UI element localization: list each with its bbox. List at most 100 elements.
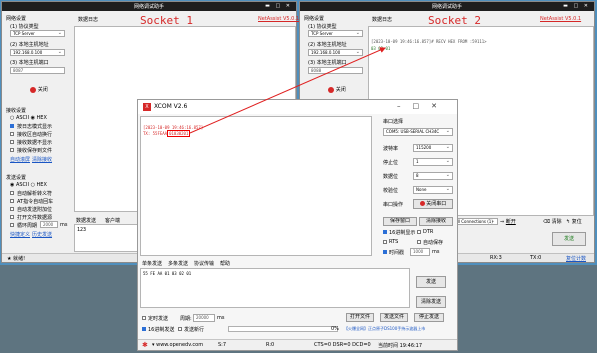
socket2-tx-count: TX:0 — [530, 255, 542, 261]
xcom-clear-recv-button[interactable]: 清除接收 — [419, 217, 453, 226]
xcom-period-input[interactable]: 20000 — [193, 314, 215, 322]
xcom-newline-check[interactable] — [178, 327, 182, 331]
xcom-url[interactable]: ▾ www.openedv.com — [152, 342, 203, 348]
socket1-close-button[interactable]: 关闭 — [24, 86, 54, 96]
gear-icon[interactable]: ✱ — [142, 341, 148, 349]
xcom-open-file-button[interactable]: 打开文件 — [346, 313, 374, 322]
xcom-save-window-button[interactable]: 保存窗口 — [383, 217, 417, 226]
xcom-stop-send-button[interactable]: 停止发送 — [414, 313, 444, 322]
socket2-client-select[interactable]: All Connections (1) — [452, 218, 498, 225]
loop-period-label: 循环周期 — [17, 223, 38, 229]
socket1-titlebar: 网络调试助手 ▬ □ ✕ — [2, 2, 296, 11]
auto-scroll-link[interactable]: 自动滚屏 — [10, 156, 30, 163]
xcom-window-controls[interactable]: –□✕ — [397, 102, 449, 110]
xcom-send-text: 55 FE AA 01 03 02 01 — [143, 271, 192, 276]
xcom-hex-display-check[interactable] — [383, 230, 387, 234]
recv-save-file-check[interactable] — [10, 148, 14, 152]
socket2-port-input[interactable]: 8088 — [308, 67, 363, 74]
xcom-auto-save-check[interactable] — [417, 240, 421, 244]
recv-auto-newline-check[interactable] — [10, 132, 14, 136]
socket2-reset-button[interactable]: ↰ 复位 — [566, 218, 582, 225]
history-send-link[interactable]: 历史发送 — [32, 231, 52, 238]
loop-ms-unit: ms — [60, 222, 68, 228]
xcom-statusbar: ✱ ▾ www.openedv.com S:7 R:0 CTS=0 DSR=0 … — [138, 339, 457, 350]
protocol-label: (1) 协议类型 — [10, 24, 39, 30]
xcom-tab-help[interactable]: 帮助 — [220, 260, 230, 267]
socket2-window-controls[interactable]: ▬ □ ✕ — [563, 3, 590, 9]
xcom-rts-check[interactable] — [383, 240, 387, 244]
xcom-hex-send-check[interactable] — [142, 327, 146, 331]
recv-auto-newline-label: 接收区自动换行 — [17, 132, 53, 138]
auto-escape-label: 自动解析转义符 — [17, 191, 53, 197]
xcom-send-button[interactable]: 发送 — [416, 276, 446, 288]
xcom-baud-label: 波特率 — [383, 146, 399, 152]
socket1-data-send-tab[interactable]: 数据发送 — [76, 217, 96, 224]
recv-hide-label: 接收数据不显示 — [17, 140, 53, 146]
send-ascii-radio[interactable]: ◉ ASCII ○ HEX — [10, 182, 47, 188]
host-select[interactable]: 192.168.0.100 — [10, 49, 65, 56]
socket1-client-tab[interactable]: 客户端 — [105, 217, 120, 224]
xcom-ts-input[interactable]: 1000 — [410, 248, 430, 256]
host-label: (2) 本地主机地址 — [10, 42, 49, 48]
xcom-dtr-check[interactable] — [417, 230, 421, 234]
socket1-send-area[interactable]: 123 — [74, 224, 138, 252]
socket2-send-button[interactable]: 发送 — [552, 232, 586, 246]
xcom-period-unit: ms — [217, 315, 225, 321]
loop-period-check[interactable] — [10, 223, 14, 227]
at-cmd-label: AT指令自动回车 — [17, 199, 54, 205]
socket2-port-label: (3) 本地主机端口 — [308, 60, 347, 66]
xcom-tab-single[interactable]: 单条发送 — [142, 260, 162, 267]
xcom-send-input[interactable]: 55 FE AA 01 03 02 01 — [140, 268, 410, 308]
port-input[interactable]: 8087 — [10, 67, 65, 74]
xcom-timed-send-check[interactable] — [142, 316, 146, 320]
socket2-disconnect-button[interactable]: ⇒ 断开 — [500, 218, 516, 225]
recv-log-mode-label: 按日志模式显示 — [17, 124, 53, 130]
xcom-promo-link[interactable]: 【火爆全网】正点原子DS100手持示波器上市 — [344, 326, 425, 332]
xcom-tab-multi[interactable]: 多条发送 — [168, 260, 188, 267]
socket2-reset-count-link[interactable]: 复位计数 — [566, 255, 586, 262]
loop-ms-input[interactable]: 2000 — [40, 221, 58, 228]
recv-settings-label: 接收设置 — [6, 108, 27, 114]
record-icon — [30, 86, 37, 93]
xcom-stop-select[interactable]: 1 — [413, 158, 453, 166]
xcom-stop-label: 停止位 — [383, 160, 399, 166]
xcom-data-select[interactable]: 8 — [413, 172, 453, 180]
clear-recv-link[interactable]: 清除接收 — [32, 156, 52, 163]
socket1-window-title: 网络调试助手 — [133, 4, 164, 10]
xcom-parity-select[interactable]: None — [413, 186, 453, 194]
socket1-brand-link[interactable]: NetAssist V5.0.1 — [258, 16, 299, 22]
xcom-rts-label: RTS — [389, 239, 399, 245]
at-cmd-check[interactable] — [10, 199, 14, 203]
xcom-tab-protocol[interactable]: 协议传输 — [194, 260, 214, 267]
auto-escape-check[interactable] — [10, 191, 14, 195]
record-icon — [419, 201, 425, 206]
xcom-newline-label: 发送新行 — [184, 327, 205, 333]
xcom-timestamp-check[interactable] — [383, 250, 387, 254]
shortcut-def-link[interactable]: 快捷定义 — [10, 231, 30, 238]
auto-append-check[interactable] — [10, 207, 14, 211]
xcom-auto-save-label: 自动保存 — [423, 240, 444, 246]
recv-log-mode-check[interactable] — [10, 124, 14, 128]
socket2-protocol-select[interactable]: TCP Server — [308, 30, 363, 37]
socket2-recv-line2: 03 02 01 — [371, 46, 391, 51]
socket2-brand-link[interactable]: NetAssist V5.0.1 — [540, 16, 581, 22]
protocol-select[interactable]: TCP Server — [10, 30, 65, 37]
recv-ascii-radio[interactable]: ○ ASCII ◉ HEX — [10, 115, 47, 121]
open-file-send-check[interactable] — [10, 215, 14, 219]
socket1-window-controls[interactable]: ▬ □ ✕ — [265, 3, 292, 9]
xcom-progress-pct: 0% — [331, 326, 339, 332]
recv-hide-check[interactable] — [10, 140, 14, 144]
socket2-host-select[interactable]: 192.168.0.100 — [308, 49, 363, 56]
socket2-protocol-label: (1) 协议类型 — [308, 24, 337, 30]
xcom-hex-send-label: 16进制发送 — [148, 327, 175, 333]
xcom-clear-send-button[interactable]: 清除发送 — [416, 296, 446, 308]
xcom-serial-port-select[interactable]: COM5: USB-SERIAL CH34C — [383, 128, 453, 136]
xcom-data-label: 数据位 — [383, 174, 399, 180]
xcom-send-file-button[interactable]: 发送文件 — [380, 313, 408, 322]
socket2-close-button[interactable]: 关闭 — [322, 86, 352, 96]
xcom-baud-select[interactable]: 115200 — [413, 144, 453, 152]
socket2-window-title: 网络调试助手 — [431, 4, 462, 10]
xcom-close-port-button[interactable]: 关闭串口 — [413, 199, 453, 209]
socket2-clear-button[interactable]: ⌫ 清除 — [543, 218, 562, 225]
socket2-rx-count: RX:3 — [490, 255, 502, 261]
